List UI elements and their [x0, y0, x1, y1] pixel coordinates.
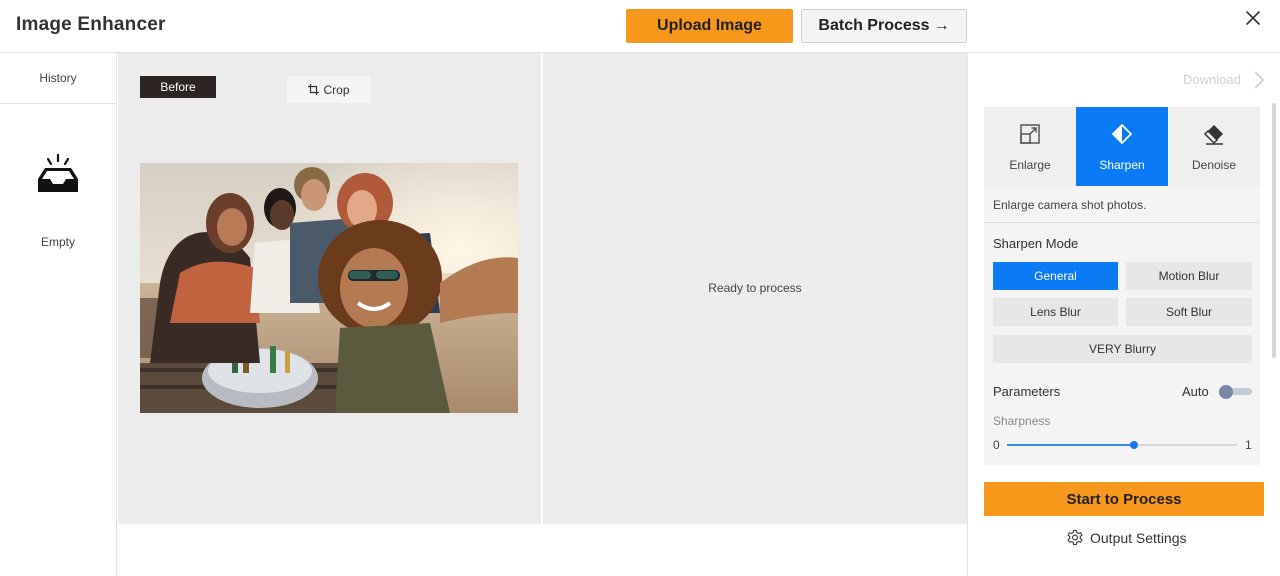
parameters-title: Parameters [993, 384, 1061, 399]
batch-process-label: Batch Process [818, 17, 930, 34]
mode-very-blurry-button[interactable]: VERY Blurry [993, 335, 1252, 363]
history-tab[interactable]: History [0, 53, 116, 104]
tab-sharpen-label: Sharpen [1099, 158, 1145, 172]
enhance-settings: Enlarge Sharpen Denoise Enlarge camera s… [984, 107, 1260, 465]
gear-icon [1067, 529, 1083, 546]
output-settings-button[interactable]: Output Settings [1066, 529, 1187, 547]
chevron-right-icon[interactable] [1252, 70, 1266, 90]
crop-button[interactable]: Crop [287, 76, 371, 103]
panel-scrollbar[interactable] [1272, 103, 1276, 358]
slider-thumb[interactable] [1129, 441, 1138, 449]
sharpen-mode-title: Sharpen Mode [993, 236, 1079, 251]
crop-label: Crop [323, 82, 350, 97]
arrow-right-icon: → [933, 17, 950, 34]
header: Image Enhancer Upload Image Batch Proces… [0, 0, 1280, 53]
toggle-knob [1219, 385, 1233, 399]
group-selfie-photo [140, 163, 518, 413]
batch-process-button[interactable]: Batch Process → [801, 9, 967, 43]
eraser-icon [1203, 125, 1223, 145]
history-sidebar: History Empty [0, 53, 117, 576]
enlarge-icon [1020, 124, 1040, 144]
start-to-process-button[interactable]: Start to Process [984, 482, 1264, 516]
tab-denoise-label: Denoise [1191, 158, 1237, 172]
mode-general-button[interactable]: General [993, 262, 1118, 290]
sharpen-icon [1111, 123, 1133, 145]
close-button[interactable] [1240, 6, 1266, 30]
before-image [140, 163, 518, 413]
tab-enlarge[interactable]: Enlarge [984, 107, 1076, 186]
canvas-footer [118, 524, 967, 576]
sharpness-label: Sharpness [993, 414, 1051, 428]
slider-fill [1007, 444, 1134, 446]
app-title: Image Enhancer [16, 14, 166, 35]
mode-lens-blur-button[interactable]: Lens Blur [993, 298, 1118, 326]
mode-tabs: Enlarge Sharpen Denoise [984, 107, 1260, 186]
tab-sharpen[interactable]: Sharpen [1076, 107, 1168, 186]
sharpness-max: 1 [1245, 438, 1252, 452]
upload-image-button[interactable]: Upload Image [626, 9, 793, 43]
image-enhancer-app: Image Enhancer Upload Image Batch Proces… [0, 0, 1280, 576]
empty-history-text: Empty [40, 235, 75, 249]
tab-denoise[interactable]: Denoise [1168, 107, 1260, 186]
auto-label: Auto [1182, 384, 1209, 399]
section-divider [984, 222, 1260, 223]
mode-motion-blur-button[interactable]: Motion Blur [1126, 262, 1252, 290]
before-label: Before [140, 76, 216, 98]
sharpness-slider[interactable] [1007, 440, 1237, 450]
auto-toggle[interactable] [1219, 385, 1252, 399]
mode-soft-blur-button[interactable]: Soft Blur [1126, 298, 1252, 326]
tab-enlarge-label: Enlarge [1009, 158, 1051, 172]
download-link[interactable]: Download [1183, 72, 1241, 87]
close-icon [1246, 11, 1260, 25]
tab-description: Enlarge camera shot photos. [993, 198, 1147, 212]
sharpness-min: 0 [993, 438, 1000, 452]
ready-to-process-text: Ready to process [708, 281, 802, 295]
output-settings-label: Output Settings [1090, 530, 1187, 546]
empty-tray-icon [38, 153, 78, 192]
crop-icon [308, 84, 320, 95]
